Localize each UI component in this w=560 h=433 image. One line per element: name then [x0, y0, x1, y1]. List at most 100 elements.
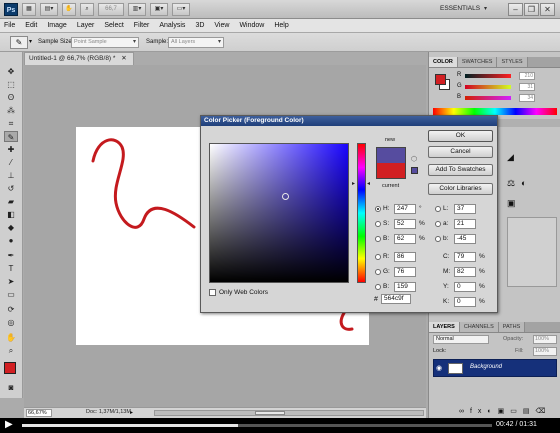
3d-rotate-tool-icon[interactable]: ⟳	[4, 304, 18, 315]
adjustment-photo-filter-icon[interactable]: ▣	[507, 198, 516, 209]
menu-3d[interactable]: 3D	[195, 22, 204, 29]
red-input[interactable]: 86	[394, 252, 416, 262]
layer-visibility-eye-icon[interactable]: ◉	[436, 364, 442, 372]
tool-preset-eyedropper-icon[interactable]: ✎	[10, 36, 28, 49]
blend-mode-select[interactable]: Normal	[433, 335, 489, 344]
zoom-level-select[interactable]: 66,7	[98, 3, 124, 16]
shape-tool-icon[interactable]: ▭	[4, 289, 18, 300]
pen-tool-icon[interactable]: ✒	[4, 250, 18, 261]
close-document-icon[interactable]: ✕	[121, 55, 126, 62]
sample-size-select[interactable]: Point Sample	[71, 37, 139, 48]
add-to-swatches-button[interactable]: Add To Swatches	[428, 164, 493, 176]
healing-brush-tool-icon[interactable]: ✚	[4, 144, 18, 155]
status-menu-icon[interactable]: ▸	[130, 409, 133, 416]
eraser-tool-icon[interactable]: ▰	[4, 196, 18, 207]
tool-preset-chevron-icon[interactable]: ▾	[29, 38, 32, 45]
menu-image[interactable]: Image	[47, 22, 66, 29]
lab-a-input[interactable]: 21	[454, 219, 476, 229]
workspace-switcher[interactable]: ESSENTIALS	[440, 5, 500, 12]
workspace-chevron-icon[interactable]: ▾	[484, 5, 487, 12]
path-selection-tool-icon[interactable]: ➤	[4, 276, 18, 287]
document-tab[interactable]: Untitled-1 @ 66,7% (RGB/8) * ✕	[24, 52, 134, 65]
scrollbar-thumb[interactable]	[255, 411, 285, 415]
tab-paths[interactable]: PATHS	[498, 322, 526, 332]
type-tool-icon[interactable]: T	[4, 263, 18, 274]
crop-tool-icon[interactable]: ⌗	[4, 118, 18, 129]
minimize-button[interactable]: –	[508, 3, 523, 16]
layer-row-background[interactable]: ◉ Background	[433, 359, 557, 377]
lab-b-input[interactable]: -45	[454, 234, 476, 244]
lasso-tool-icon[interactable]: ʘ	[4, 92, 18, 103]
horizontal-scrollbar[interactable]	[154, 410, 424, 416]
adjustment-presets-list[interactable]	[507, 217, 557, 287]
dodge-tool-icon[interactable]: ●	[4, 235, 18, 246]
opacity-field[interactable]: 100%	[533, 335, 557, 344]
grid-icon[interactable]: ▥▾	[128, 3, 146, 16]
current-color-preview[interactable]	[376, 163, 406, 179]
hand-tool-icon[interactable]: ✋	[4, 332, 18, 343]
brightness-input[interactable]: 62	[394, 234, 416, 244]
adjustment-balance-icon[interactable]: ⚖	[507, 178, 515, 189]
zoom-tool-icon[interactable]: ⌕	[80, 3, 94, 16]
saturation-input[interactable]: 52	[394, 219, 416, 229]
tab-swatches[interactable]: SWATCHES	[457, 57, 498, 67]
menu-view[interactable]: View	[214, 22, 229, 29]
marquee-tool-icon[interactable]: ⬚	[4, 79, 18, 90]
only-web-colors-checkbox[interactable]	[209, 289, 216, 296]
view-extras-icon[interactable]: ▤▾	[40, 3, 58, 16]
move-tool-icon[interactable]: ✥	[4, 66, 18, 77]
menu-help[interactable]: Help	[274, 22, 288, 29]
channel-g-slider[interactable]	[465, 85, 511, 89]
play-icon[interactable]: ▶	[5, 419, 13, 430]
brightness-radio[interactable]	[375, 236, 381, 242]
zoom-field[interactable]: 66,67%	[26, 409, 52, 417]
hex-input[interactable]: 564c9f	[381, 294, 411, 304]
green-radio[interactable]	[375, 269, 381, 275]
zoom-tool-icon[interactable]: ⌕	[4, 345, 18, 356]
screen-mode-icon[interactable]: ▭▾	[172, 3, 190, 16]
quick-selection-tool-icon[interactable]: ⁂	[4, 105, 18, 116]
menu-analysis[interactable]: Analysis	[159, 22, 185, 29]
channel-b-value[interactable]: 34	[519, 94, 535, 102]
saturation-brightness-field[interactable]	[209, 143, 349, 283]
saturation-radio[interactable]	[375, 221, 381, 227]
lab-l-radio[interactable]	[435, 206, 441, 212]
magenta-input[interactable]: 82	[454, 267, 476, 277]
menu-filter[interactable]: Filter	[134, 22, 150, 29]
history-brush-tool-icon[interactable]: ↺	[4, 183, 18, 194]
clone-stamp-tool-icon[interactable]: ⊥	[4, 170, 18, 181]
blue-input[interactable]: 159	[394, 282, 416, 292]
eyedropper-tool-icon[interactable]: ✎	[4, 131, 18, 142]
channel-g-value[interactable]: 31	[519, 83, 535, 91]
hue-input[interactable]: 247	[394, 204, 416, 214]
foreground-color-swatch[interactable]	[4, 362, 16, 374]
adjustment-levels-icon[interactable]: ◢	[507, 152, 514, 163]
green-input[interactable]: 76	[394, 267, 416, 277]
hue-slider-right-arrow-icon[interactable]: ◂	[367, 180, 370, 187]
menu-select[interactable]: Select	[104, 22, 123, 29]
sample-select[interactable]: All Layers	[168, 37, 224, 48]
adjustment-bw-icon[interactable]: ◐	[521, 178, 526, 188]
hue-slider-left-arrow-icon[interactable]: ▸	[352, 180, 355, 187]
hue-slider[interactable]: ▸ ◂	[352, 143, 370, 283]
web-safe-color-swatch[interactable]	[411, 167, 418, 174]
blur-tool-icon[interactable]: ◆	[4, 222, 18, 233]
menu-edit[interactable]: Edit	[25, 22, 37, 29]
progress-track[interactable]	[22, 424, 492, 427]
color-ramp[interactable]	[433, 108, 557, 115]
blue-radio[interactable]	[375, 284, 381, 290]
3d-orbit-tool-icon[interactable]: ◎	[4, 317, 18, 328]
channel-r-slider[interactable]	[465, 74, 511, 78]
layers-panel-footer-icons[interactable]: ∞fx◐▣▭▤⌫	[459, 407, 551, 415]
tab-channels[interactable]: CHANNELS	[459, 322, 499, 332]
brush-tool-icon[interactable]: ⁄	[4, 157, 18, 168]
yellow-input[interactable]: 0	[454, 282, 476, 292]
gradient-tool-icon[interactable]: ◧	[4, 209, 18, 220]
tab-layers[interactable]: LAYERS	[429, 322, 460, 332]
fill-field[interactable]: 100%	[533, 347, 557, 356]
out-of-gamut-warning-icon[interactable]: ⬡	[411, 155, 417, 163]
channel-r-value[interactable]: 210	[519, 72, 535, 80]
menu-window[interactable]: Window	[239, 22, 264, 29]
tab-styles[interactable]: STYLES	[497, 57, 528, 67]
menu-file[interactable]: File	[4, 22, 15, 29]
